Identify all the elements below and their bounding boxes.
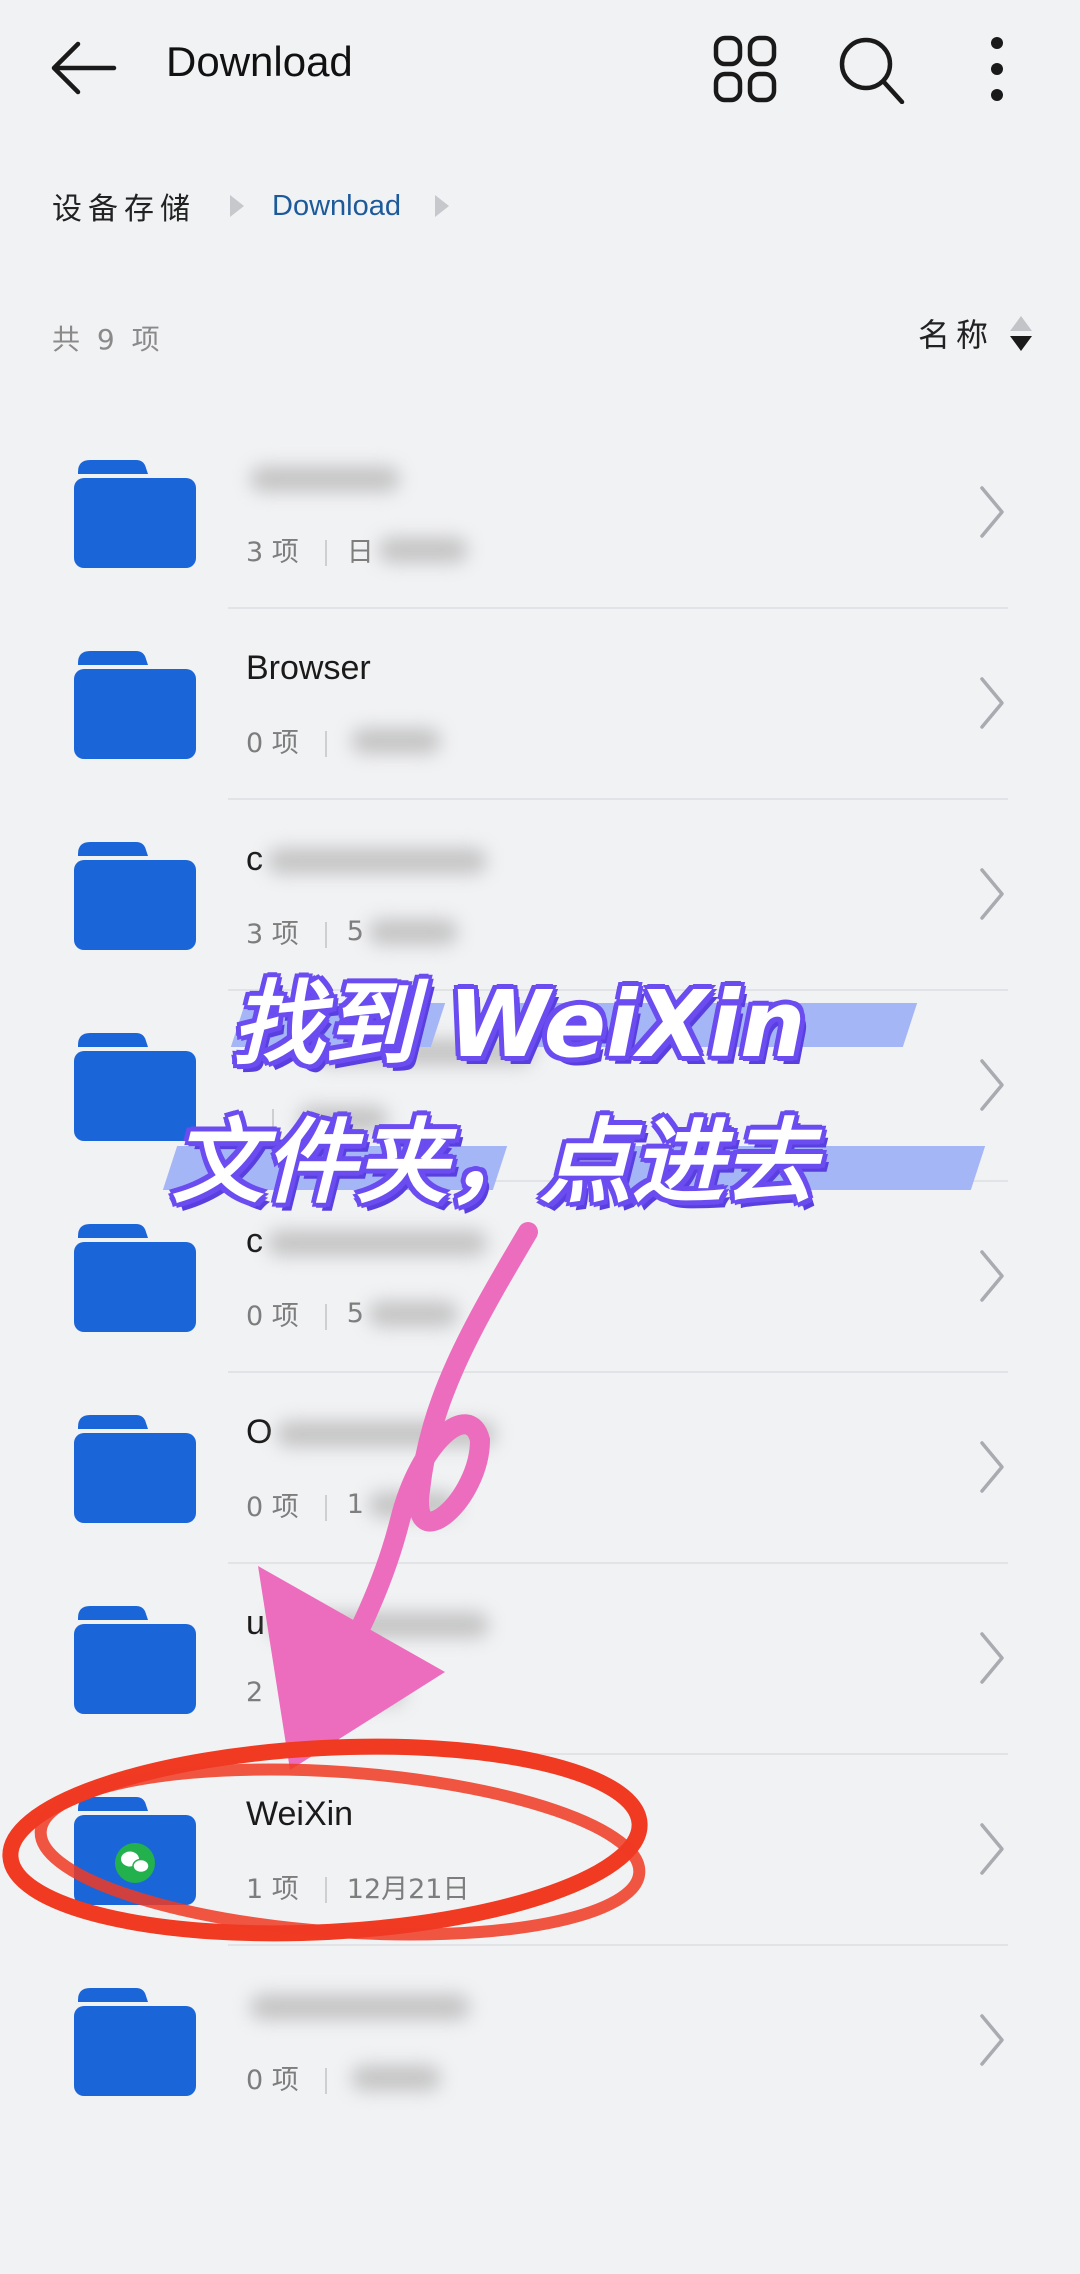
modified-date: 1 bbox=[346, 1489, 364, 1520]
folder-icon bbox=[74, 1033, 196, 1141]
meta-divider bbox=[272, 1109, 274, 1135]
file-list-item[interactable]: c 3 项 5 bbox=[0, 800, 1080, 991]
file-list: 3 项 日 Browser 0 项 c 3 项 5 com c 0 项 5 O … bbox=[0, 418, 1080, 2137]
file-list-item[interactable]: Browser 0 项 bbox=[0, 609, 1080, 800]
chevron-right-icon bbox=[980, 1632, 1004, 1684]
chevron-right-icon bbox=[980, 1823, 1004, 1875]
sort-label: 名称 bbox=[917, 316, 994, 354]
item-count: 0 项 bbox=[246, 728, 299, 759]
meta-divider bbox=[324, 1303, 327, 1330]
modified-date: 5 bbox=[346, 916, 364, 947]
file-meta: 0 项 bbox=[246, 721, 441, 760]
meta-divider bbox=[324, 2067, 327, 2094]
breadcrumb: 设备存储 Download bbox=[52, 184, 477, 228]
meta-divider bbox=[324, 730, 327, 757]
file-name: c bbox=[246, 1222, 487, 1261]
sort-direction-icon bbox=[1010, 315, 1032, 351]
file-name: c bbox=[246, 840, 487, 879]
chevron-right-icon bbox=[980, 486, 1004, 538]
item-count: 0 项 bbox=[246, 1301, 299, 1332]
chevron-right-icon bbox=[980, 677, 1004, 729]
folder-icon bbox=[74, 651, 196, 759]
item-count: 3 项 bbox=[246, 919, 299, 950]
file-name: O bbox=[246, 1413, 497, 1452]
back-arrow-icon bbox=[51, 41, 117, 95]
file-list-item[interactable]: O 0 项 1 bbox=[0, 1373, 1080, 1564]
file-name bbox=[246, 1986, 470, 2025]
file-meta: 1 项 12月21日 bbox=[246, 1867, 469, 1906]
file-meta: 0 项 bbox=[246, 2058, 441, 2097]
breadcrumb-separator-icon bbox=[434, 195, 449, 217]
chevron-right-icon bbox=[980, 2014, 1004, 2066]
modified-date: 5 bbox=[346, 1298, 364, 1329]
file-list-item[interactable]: WeiXin 1 项 12月21日 bbox=[0, 1755, 1080, 1946]
file-list-item[interactable]: com bbox=[0, 991, 1080, 1182]
file-meta: 2 bbox=[246, 1676, 406, 1708]
folder-icon bbox=[74, 1606, 196, 1714]
file-name: com bbox=[246, 1031, 535, 1070]
file-meta: 3 项 5 bbox=[246, 912, 458, 951]
modified-date: 12月21日 bbox=[346, 1874, 470, 1905]
chevron-right-icon bbox=[980, 1059, 1004, 1111]
search-icon bbox=[839, 37, 905, 105]
file-name: Browser bbox=[246, 649, 371, 687]
meta-divider bbox=[324, 1494, 327, 1521]
folder-icon bbox=[74, 1224, 196, 1332]
sort-button[interactable]: 名称 bbox=[918, 310, 1032, 356]
item-count: 3 项 bbox=[246, 537, 299, 568]
item-count: 共 9 项 bbox=[52, 323, 164, 356]
top-app-bar: Download bbox=[0, 0, 1080, 140]
chevron-right-icon bbox=[980, 1250, 1004, 1302]
file-list-item[interactable]: c 0 项 5 bbox=[0, 1182, 1080, 1373]
grid-view-button[interactable] bbox=[710, 34, 780, 104]
file-meta bbox=[246, 1103, 388, 1135]
meta-divider bbox=[324, 1876, 327, 1903]
folder-icon bbox=[74, 1988, 196, 2096]
file-meta: 0 项 5 bbox=[246, 1294, 458, 1333]
grid-view-icon bbox=[713, 35, 777, 103]
modified-date: 日 bbox=[346, 537, 374, 568]
item-count: 0 项 bbox=[246, 1492, 299, 1523]
search-button[interactable] bbox=[836, 34, 906, 105]
file-name: WeiXin bbox=[246, 1795, 354, 1833]
breadcrumb-current[interactable]: Download bbox=[272, 190, 401, 223]
page-title: Download bbox=[166, 38, 353, 85]
file-meta: 0 项 1 bbox=[246, 1485, 458, 1524]
file-list-item[interactable]: u 2 bbox=[0, 1564, 1080, 1755]
file-list-item[interactable]: 0 项 bbox=[0, 1946, 1080, 2137]
meta-divider bbox=[289, 1682, 292, 1708]
breadcrumb-separator-icon bbox=[230, 195, 244, 217]
folder-icon bbox=[74, 1415, 196, 1523]
item-count: 0 项 bbox=[246, 2065, 299, 2096]
item-count: 1 项 bbox=[246, 1874, 299, 1905]
folder-icon bbox=[74, 842, 196, 950]
meta-divider bbox=[324, 539, 327, 566]
chevron-right-icon bbox=[980, 1441, 1004, 1493]
wechat-folder-icon bbox=[74, 1797, 196, 1905]
more-options-button[interactable] bbox=[962, 34, 1032, 104]
breadcrumb-root[interactable]: 设备存储 bbox=[52, 184, 196, 228]
folder-icon bbox=[74, 460, 196, 568]
meta-divider bbox=[324, 921, 327, 948]
list-header: 共 9 项 名称 bbox=[52, 315, 1032, 358]
file-meta: 3 项 日 bbox=[246, 530, 468, 569]
chevron-right-icon bbox=[980, 868, 1004, 920]
back-button[interactable] bbox=[48, 36, 120, 100]
item-count: 2 bbox=[246, 1676, 264, 1708]
more-vertical-icon bbox=[991, 37, 1003, 101]
file-name bbox=[246, 458, 400, 497]
file-list-item[interactable]: 3 项 日 bbox=[0, 418, 1080, 609]
file-name: u bbox=[246, 1604, 489, 1643]
